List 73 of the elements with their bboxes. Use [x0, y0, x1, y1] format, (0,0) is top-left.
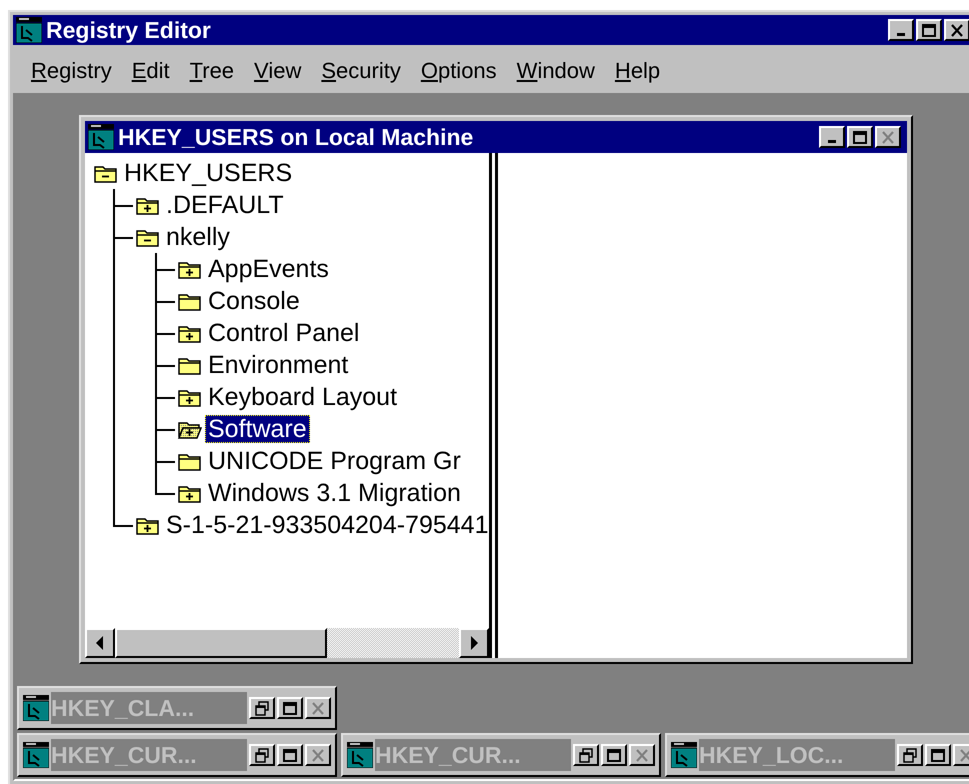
close-button[interactable] [944, 19, 969, 41]
close-button[interactable] [305, 697, 331, 719]
maximize-icon [930, 748, 946, 762]
minimize-icon [828, 140, 836, 143]
scroll-right-button[interactable] [459, 628, 489, 658]
menu-item[interactable]: Tree [180, 54, 244, 88]
registry-key[interactable]: Software [205, 415, 310, 443]
menu-item[interactable]: Help [604, 54, 670, 88]
scroll-left-button[interactable] [85, 628, 115, 658]
app-icon [347, 742, 373, 768]
menu-item[interactable]: Registry [21, 54, 122, 88]
window-title: HKEY_LOC... [699, 739, 895, 771]
close-icon [880, 130, 896, 144]
window-title: HKEY_CUR... [51, 739, 247, 771]
registry-key[interactable]: Windows 3.1 Migration [205, 479, 464, 507]
registry-key[interactable]: S-1-5-21-933504204-795441 [163, 511, 489, 539]
menu-item[interactable]: View [244, 54, 312, 88]
menu-item[interactable]: Security [311, 54, 411, 88]
maximize-button[interactable] [916, 19, 942, 41]
window-title: Registry Editor [46, 16, 211, 44]
restore-button[interactable] [249, 744, 275, 766]
app-icon [671, 742, 697, 768]
maximize-button[interactable] [277, 744, 303, 766]
registry-key[interactable]: HKEY_USERS [121, 159, 296, 187]
right-arrow-icon [470, 636, 478, 650]
maximize-icon [606, 748, 622, 762]
minimize-button[interactable] [819, 126, 845, 148]
window-title: HKEY_CLA... [51, 692, 247, 724]
menu-item[interactable]: Options [410, 54, 507, 88]
menu-item[interactable]: Window [506, 54, 605, 88]
restore-button[interactable] [897, 744, 923, 766]
close-icon [634, 748, 650, 762]
close-button[interactable] [875, 126, 901, 148]
menu-item[interactable]: Edit [122, 54, 180, 88]
restore-button[interactable] [573, 744, 599, 766]
window-title: HKEY_CUR... [375, 739, 571, 771]
close-icon [310, 748, 326, 762]
registry-key[interactable]: Environment [205, 351, 352, 379]
restore-button[interactable] [249, 697, 275, 719]
maximize-icon [282, 748, 298, 762]
minimize-button[interactable] [888, 19, 914, 41]
maximize-button[interactable] [925, 744, 951, 766]
restore-icon [578, 748, 594, 762]
left-arrow-icon [96, 636, 104, 650]
pane-splitter[interactable] [489, 153, 498, 658]
restore-icon [254, 748, 270, 762]
registry-key[interactable]: Keyboard Layout [205, 383, 400, 411]
registry-key[interactable]: .DEFAULT [163, 191, 287, 219]
registry-key[interactable]: Console [205, 287, 303, 315]
maximize-icon [282, 700, 298, 716]
app-icon [16, 17, 42, 43]
registry-key[interactable]: nkelly [163, 223, 233, 251]
app-icon [88, 124, 114, 150]
app-icon [23, 695, 49, 721]
scroll-thumb[interactable] [115, 628, 327, 658]
app-icon [23, 742, 49, 768]
minimize-icon [897, 33, 905, 36]
close-icon [310, 700, 326, 716]
registry-key[interactable]: Control Panel [205, 319, 362, 347]
registry-key[interactable]: AppEvents [205, 255, 332, 283]
maximize-button[interactable] [601, 744, 627, 766]
restore-icon [254, 700, 270, 716]
restore-icon [902, 748, 918, 762]
registry-key[interactable]: UNICODE Program Gr [205, 447, 464, 475]
close-button[interactable] [629, 744, 655, 766]
window-title: HKEY_USERS on Local Machine [118, 124, 474, 150]
close-button[interactable] [305, 744, 331, 766]
maximize-button[interactable] [847, 126, 873, 148]
close-icon [949, 22, 965, 38]
maximize-icon [852, 130, 868, 144]
maximize-button[interactable] [277, 697, 303, 719]
maximize-icon [921, 22, 937, 38]
horizontal-scrollbar[interactable] [85, 628, 489, 658]
